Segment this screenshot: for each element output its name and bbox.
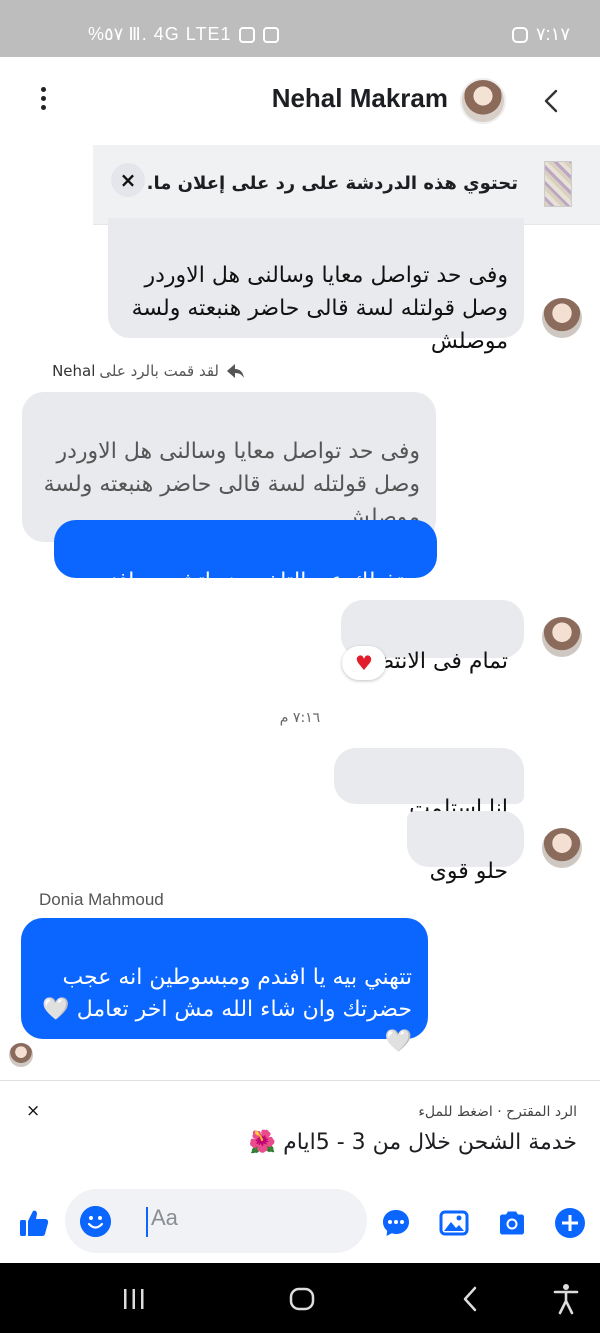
- status-time: ٧:١٧: [535, 24, 570, 44]
- suggested-reply-label: الرد المقترح · اضغط للملء: [418, 1104, 577, 1120]
- chat-screen: %٥٧ Ⅲ. 4G LTE1 ٧:١٧ Nehal Makram × تحتوي…: [0, 0, 600, 1333]
- reply-note-name: Nehal: [52, 362, 96, 380]
- system-nav-bar: [0, 1263, 600, 1333]
- message-text: بعتذرلك عن التاخير هو اتشحن يافندم: [85, 569, 421, 594]
- divider: [0, 1080, 600, 1081]
- emoji-icon[interactable]: [80, 1206, 111, 1237]
- message-input[interactable]: [151, 1205, 351, 1231]
- message-text: وفى حد تواصل معايا وسالنى هل الاوردر وصل…: [131, 263, 508, 354]
- back-nav-icon[interactable]: [460, 1285, 482, 1313]
- reply-indicator: لقد قمت بالرد على Nehal: [52, 362, 245, 380]
- status-left-text: %٥٧ Ⅲ. 4G LTE1: [88, 24, 232, 44]
- seen-avatar: [9, 1043, 33, 1067]
- ad-reply-banner: × تحتوي هذه الدردشة على رد على إعلان ما.: [93, 145, 600, 225]
- outgoing-message[interactable]: تتهني بيه يا افندم ومبسوطين انه عجب حضرت…: [21, 918, 428, 1054]
- incoming-message[interactable]: انا استلمت الطقم: [334, 748, 524, 854]
- close-banner-button[interactable]: ×: [111, 163, 145, 197]
- sender-avatar[interactable]: [542, 828, 582, 868]
- instagram-icon: [511, 26, 528, 43]
- contact-avatar[interactable]: [460, 78, 506, 124]
- message-text: تتهني بيه يا افندم ومبسوطين انه عجب حضرت…: [42, 965, 412, 1054]
- recent-apps-icon[interactable]: [120, 1287, 148, 1311]
- message-input-pill[interactable]: [65, 1189, 367, 1253]
- reply-note-text: لقد قمت بالرد على: [99, 362, 219, 380]
- message-text: حلو قوى: [429, 859, 508, 884]
- plus-icon[interactable]: [554, 1207, 586, 1239]
- quoted-text: وفى حد تواصل معايا وسالنى هل الاوردر وصل…: [43, 439, 420, 530]
- status-indicators: %٥٧ Ⅲ. 4G LTE1: [88, 24, 280, 45]
- incoming-message[interactable]: وفى حد تواصل معايا وسالنى هل الاوردر وصل…: [108, 218, 524, 354]
- lock-icon: [263, 26, 280, 43]
- gallery-icon[interactable]: [438, 1207, 470, 1239]
- sender-name: Donia Mahmoud: [39, 890, 164, 909]
- message-timestamp: ٧:١٦ م: [279, 710, 321, 726]
- close-icon: ×: [119, 168, 137, 192]
- chat-icon[interactable]: [380, 1207, 412, 1239]
- ad-banner-text: تحتوي هذه الدردشة على رد على إعلان ما.: [146, 173, 518, 194]
- contact-name[interactable]: Nehal Makram: [272, 83, 448, 114]
- status-bar: %٥٧ Ⅲ. 4G LTE1 ٧:١٧: [0, 0, 600, 57]
- like-icon[interactable]: [18, 1207, 50, 1239]
- message-composer: [0, 1185, 600, 1263]
- home-icon[interactable]: [288, 1286, 316, 1312]
- chat-header: Nehal Makram: [0, 57, 600, 145]
- sender-avatar[interactable]: [542, 617, 582, 657]
- chevron-left-icon[interactable]: [540, 87, 564, 115]
- close-suggestion-button[interactable]: ×: [26, 1101, 40, 1121]
- reply-icon: [227, 364, 244, 378]
- accessibility-icon[interactable]: [552, 1283, 580, 1315]
- camera-icon[interactable]: [496, 1207, 528, 1239]
- outgoing-message[interactable]: بعتذرلك عن التاخير هو اتشحن يافندم: [54, 520, 437, 594]
- alarm-icon: [239, 26, 256, 43]
- heart-icon: ♥: [355, 651, 373, 675]
- incoming-message[interactable]: حلو قوى: [407, 811, 524, 884]
- sender-avatar[interactable]: [542, 298, 582, 338]
- status-clock-area: ٧:١٧: [511, 24, 570, 45]
- suggested-reply[interactable]: خدمة الشحن خلال من 3 - 5ايام 🌺: [249, 1130, 577, 1155]
- heart-reaction[interactable]: ♥: [342, 646, 386, 680]
- text-caret: [146, 1207, 148, 1237]
- ad-thumbnail[interactable]: [544, 161, 572, 207]
- more-vertical-icon[interactable]: [34, 87, 52, 115]
